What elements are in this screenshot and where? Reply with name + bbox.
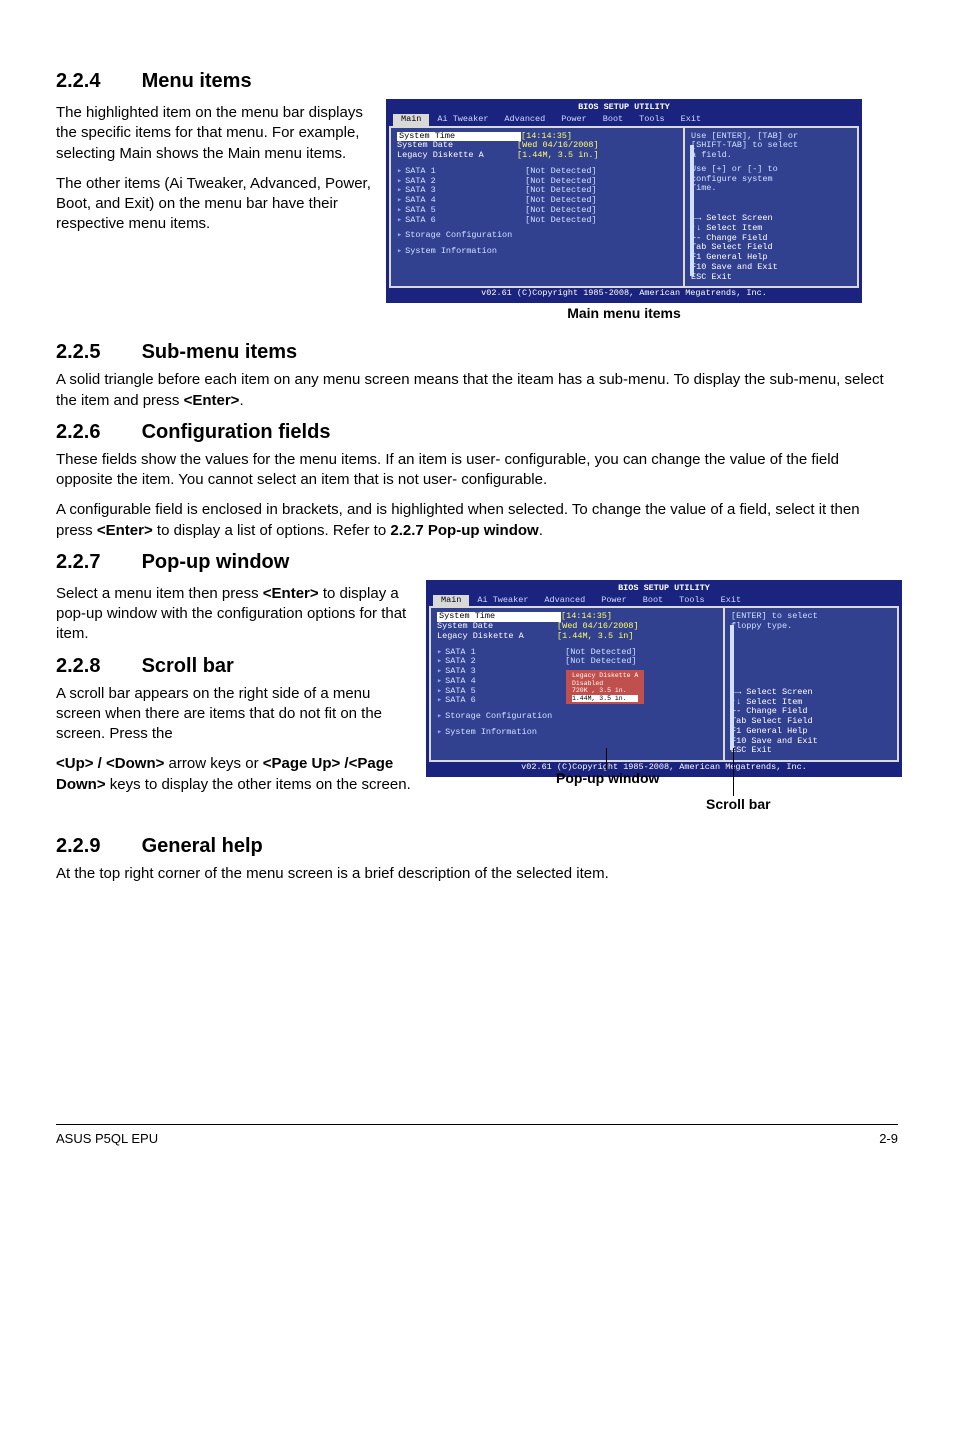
bios-tab-advanced[interactable]: Advanced bbox=[496, 114, 553, 126]
para-2-2-5: A solid triangle before each item on any… bbox=[56, 370, 898, 411]
heading-2-2-7: 2.2.7 Pop-up window bbox=[56, 551, 898, 574]
bios-screenshot-1: BIOS SETUP UTILITY Main Ai Tweaker Advan… bbox=[386, 99, 862, 303]
para-2-2-4-b: The other items (Ai Tweaker, Advanced, P… bbox=[56, 174, 376, 235]
bios-tab-power[interactable]: Power bbox=[553, 114, 595, 126]
bios-tab-boot[interactable]: Boot bbox=[595, 114, 631, 126]
caption-popup: Pop-up window bbox=[556, 770, 659, 786]
bios-menubar: Main Ai Tweaker Advanced Power Boot Tool… bbox=[389, 114, 859, 126]
heading-2-2-9: 2.2.9 General help bbox=[56, 835, 898, 858]
bios-tab-tools[interactable]: Tools bbox=[631, 114, 673, 126]
bios-title: BIOS SETUP UTILITY bbox=[389, 102, 859, 114]
para-2-2-8-a: A scroll bar appears on the right side o… bbox=[56, 684, 416, 745]
bios-tab-main[interactable]: Main bbox=[393, 114, 429, 126]
bios-footer: v02.61 (C)Copyright 1985-2008, American … bbox=[389, 288, 859, 300]
heading-2-2-6: 2.2.6 Configuration fields bbox=[56, 421, 898, 444]
scrollbar[interactable] bbox=[690, 145, 694, 277]
heading-2-2-5: 2.2.5 Sub-menu items bbox=[56, 341, 898, 364]
footer-left: ASUS P5QL EPU bbox=[56, 1131, 158, 1146]
para-2-2-6-b: A configurable field is enclosed in brac… bbox=[56, 500, 898, 541]
para-2-2-4-a: The highlighted item on the menu bar dis… bbox=[56, 103, 376, 164]
scrollbar-2[interactable] bbox=[730, 625, 734, 750]
footer-right: 2-9 bbox=[879, 1131, 898, 1146]
caption-main-menu-items: Main menu items bbox=[386, 305, 862, 321]
heading-2-2-4: 2.2.4 Menu items bbox=[56, 70, 898, 93]
para-2-2-7: Select a menu item then press <Enter> to… bbox=[56, 584, 416, 645]
caption-scrollbar: Scroll bar bbox=[706, 796, 771, 812]
bios-tab-exit[interactable]: Exit bbox=[673, 114, 709, 126]
popup-window[interactable]: Legacy Diskette A Disabled 720K , 3.5 in… bbox=[566, 670, 644, 704]
page-footer: ASUS P5QL EPU 2-9 bbox=[56, 1124, 898, 1146]
heading-2-2-8: 2.2.8 Scroll bar bbox=[56, 655, 416, 678]
bios-tab-aitweaker[interactable]: Ai Tweaker bbox=[429, 114, 496, 126]
bios-screenshot-2: BIOS SETUP UTILITY Main Ai Tweaker Advan… bbox=[426, 580, 902, 777]
para-2-2-8-b: <Up> / <Down> arrow keys or <Page Up> /<… bbox=[56, 754, 416, 795]
para-2-2-6-a: These fields show the values for the men… bbox=[56, 450, 898, 491]
para-2-2-9: At the top right corner of the menu scre… bbox=[56, 864, 898, 884]
